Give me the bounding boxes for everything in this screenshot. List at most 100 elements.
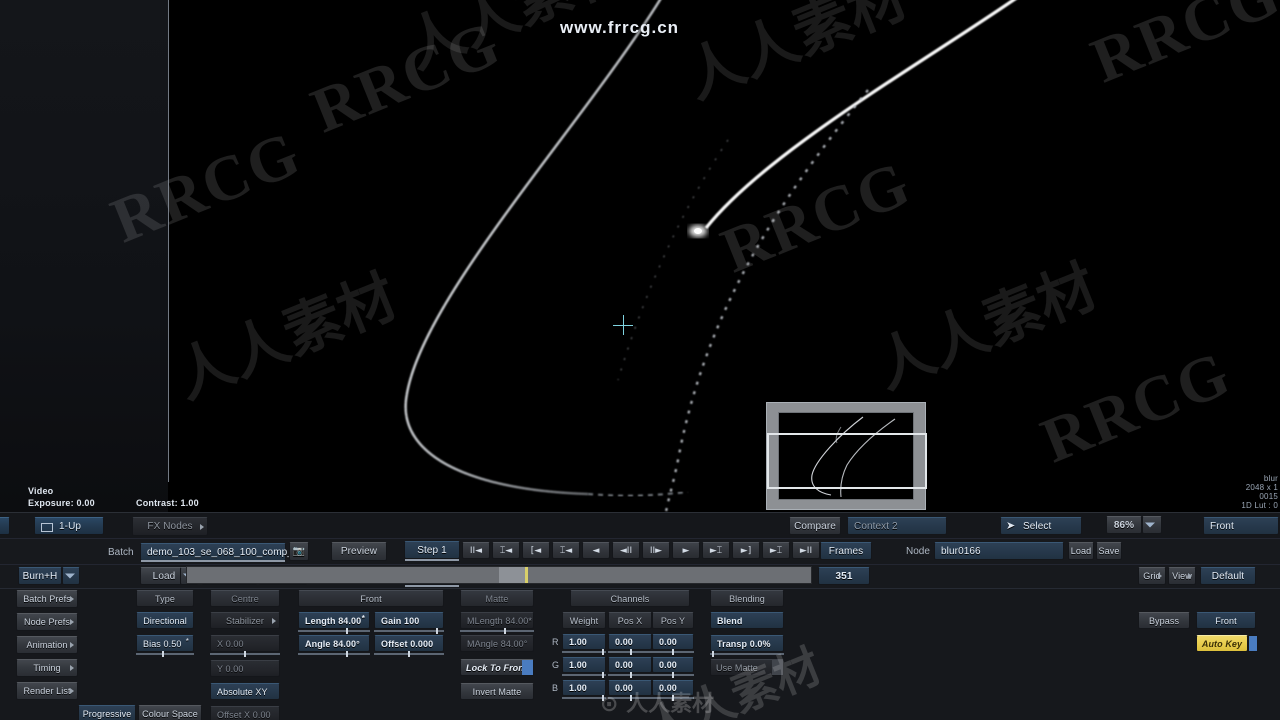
channel-r-posx-slider[interactable] <box>608 649 652 655</box>
channel-b-posy[interactable]: 0.00 <box>652 680 694 696</box>
grid-button[interactable]: Grid <box>1138 567 1166 585</box>
transport-button-1[interactable]: ⌶◄ <box>492 542 520 559</box>
transparency-field[interactable]: Transp 0.0% <box>710 635 784 652</box>
snapshot-camera-icon[interactable]: 📷 <box>289 542 309 561</box>
node-save-button[interactable]: Save <box>1096 542 1122 560</box>
result-front-selector[interactable]: Front <box>1196 612 1256 629</box>
channel-r-weight-nub[interactable] <box>602 649 604 655</box>
front-gain-slider-nub[interactable] <box>436 628 438 634</box>
burn-mode-button[interactable]: Burn+H <box>18 567 62 585</box>
matte-mlength-slider-nub[interactable] <box>504 628 506 634</box>
transport-button-6[interactable]: II► <box>642 542 670 559</box>
image-viewer[interactable]: RRCG RRCG RRCG RRCG RRCG 人人素材 人人素材 人人素材 … <box>0 0 1280 512</box>
channel-b-posx-nub[interactable] <box>630 695 632 701</box>
preview-button[interactable]: Preview <box>331 542 387 561</box>
transport-button-0[interactable]: II◄ <box>462 542 490 559</box>
sidebar-item-render-list[interactable]: Render List <box>16 682 78 700</box>
layout-1up-button[interactable]: 1-Up <box>34 517 104 535</box>
channel-g-posx-nub[interactable] <box>630 672 632 678</box>
centre-x-slider-track[interactable] <box>210 651 280 657</box>
type-mode-selector[interactable]: Directional <box>136 612 194 629</box>
matte-mlength-slider-track[interactable] <box>460 628 534 634</box>
channel-r-weight[interactable]: 1.00 <box>562 634 606 650</box>
burn-dropdown-button[interactable] <box>62 567 80 585</box>
stabilizer-button[interactable]: Stabilizer <box>210 612 280 629</box>
front-offset-field[interactable]: Offset 0.000 <box>374 635 444 652</box>
transport-button-8[interactable]: ►⌶ <box>702 542 730 559</box>
batch-name-field[interactable]: demo_103_se_068_100_comp_v <box>140 543 298 561</box>
sidebar-item-batch-prefs[interactable]: Batch Prefs <box>16 590 78 608</box>
sidebar-item-animation[interactable]: Animation <box>16 636 78 654</box>
navigator-thumbnail[interactable] <box>766 402 927 510</box>
sidebar-item-node-prefs[interactable]: Node Prefs <box>16 613 78 631</box>
front-offset-slider-track[interactable] <box>374 651 444 657</box>
timeline-end-frame[interactable]: 351 <box>818 567 870 585</box>
timeline-playhead[interactable] <box>525 567 528 583</box>
centre-x-field[interactable]: X 0.00 <box>210 635 280 652</box>
front-angle-field[interactable]: Angle 84.00° <box>298 635 370 652</box>
channel-b-posx-slider[interactable] <box>608 695 652 701</box>
fx-nodes-button[interactable]: FX Nodes <box>132 517 208 536</box>
front-length-slider-track[interactable] <box>298 628 370 634</box>
front-angle-slider-track[interactable] <box>298 651 370 657</box>
view-menu-button[interactable]: View <box>1168 567 1196 585</box>
channel-r-posy[interactable]: 0.00 <box>652 634 694 650</box>
front-gain-slider-track[interactable] <box>374 628 444 634</box>
default-layout-button[interactable]: Default <box>1200 567 1256 585</box>
view-front-selector[interactable]: Front <box>1203 517 1279 535</box>
bias-slider-track[interactable] <box>136 651 194 657</box>
toolbar-left-partial-button[interactable]: n <box>0 517 10 535</box>
viewer-canvas[interactable]: RRCG RRCG RRCG RRCG RRCG 人人素材 人人素材 人人素材 … <box>102 0 1280 512</box>
centre-y-field[interactable]: Y 0.00 <box>210 660 280 677</box>
channel-g-weight[interactable]: 1.00 <box>562 657 606 673</box>
compare-button[interactable]: Compare <box>789 517 841 535</box>
sidebar-item-timing[interactable]: Timing <box>16 659 78 677</box>
use-matte-toggle[interactable]: Use Matte <box>710 659 784 676</box>
auto-key-toggle[interactable]: Auto Key <box>1196 635 1248 652</box>
navigator-viewport-frame[interactable] <box>767 433 927 489</box>
step-field[interactable]: Step 1 <box>404 541 460 559</box>
transport-button-2[interactable]: [◄ <box>522 542 550 559</box>
front-angle-slider-nub[interactable] <box>346 651 348 657</box>
transport-button-10[interactable]: ►⌶ <box>762 542 790 559</box>
centre-x-slider-nub[interactable] <box>244 651 246 657</box>
channel-g-posx[interactable]: 0.00 <box>608 657 652 673</box>
context-selector[interactable]: Context 2 <box>847 517 947 535</box>
progressive-toggle[interactable]: Progressive <box>78 705 136 720</box>
zoom-dropdown-button[interactable] <box>1142 516 1162 534</box>
front-offset-slider-nub[interactable] <box>408 651 410 657</box>
front-length-slider-nub[interactable] <box>346 628 348 634</box>
channel-g-weight-slider[interactable] <box>562 672 606 678</box>
matte-mlength-field[interactable]: MLength 84.00* <box>460 612 534 629</box>
transport-button-11[interactable]: ►II <box>792 542 820 559</box>
channel-g-weight-nub[interactable] <box>602 672 604 678</box>
select-tool-button[interactable]: ➤ Select <box>1000 517 1082 535</box>
absolute-xy-toggle[interactable]: Absolute XY <box>210 683 280 700</box>
transparency-slider-track[interactable] <box>710 651 784 657</box>
channel-g-posy[interactable]: 0.00 <box>652 657 694 673</box>
channel-b-weight[interactable]: 1.00 <box>562 680 606 696</box>
frames-mode-button[interactable]: Frames <box>820 542 872 560</box>
zoom-level-value[interactable]: 86% <box>1106 516 1142 534</box>
timeline-scrubber[interactable] <box>186 566 812 584</box>
channel-g-posx-slider[interactable] <box>608 672 652 678</box>
channel-b-posy-slider[interactable] <box>652 695 694 701</box>
channel-b-posx[interactable]: 0.00 <box>608 680 652 696</box>
channel-b-weight-slider[interactable] <box>562 695 606 701</box>
transport-button-5[interactable]: ◄II <box>612 542 640 559</box>
node-name-field[interactable]: blur0166 <box>934 542 1064 560</box>
offset-x-field[interactable]: Offset X 0.00 <box>210 706 280 720</box>
channel-r-posy-slider[interactable] <box>652 649 694 655</box>
channel-b-posy-nub[interactable] <box>672 695 674 701</box>
front-length-field[interactable]: Length 84.00 * <box>298 612 370 629</box>
channel-b-weight-nub[interactable] <box>602 695 604 701</box>
channel-g-posy-slider[interactable] <box>652 672 694 678</box>
channel-r-posx-nub[interactable] <box>630 649 632 655</box>
transparency-slider-nub[interactable] <box>712 651 714 657</box>
colour-space-button[interactable]: Colour Space <box>138 705 202 720</box>
bias-slider-nub[interactable] <box>162 651 164 657</box>
channel-r-posx[interactable]: 0.00 <box>608 634 652 650</box>
transport-button-9[interactable]: ►] <box>732 542 760 559</box>
transport-button-3[interactable]: ⌶◄ <box>552 542 580 559</box>
lock-to-front-toggle[interactable]: Lock To Front <box>460 659 534 676</box>
